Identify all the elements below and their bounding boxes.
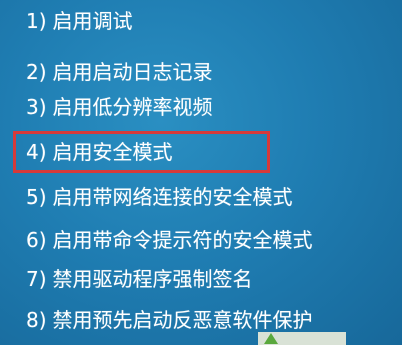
boot-option-label: 启用安全模式 <box>52 140 173 164</box>
watermark-logo <box>258 332 346 345</box>
boot-option-number: 6) <box>26 228 47 252</box>
boot-option-number: 8) <box>26 308 47 332</box>
boot-option-7[interactable]: 7) 禁用驱动程序强制签名 <box>26 264 253 294</box>
boot-option-number: 2) <box>26 60 47 84</box>
boot-option-label: 启用启动日志记录 <box>52 60 213 84</box>
boot-option-number: 7) <box>26 267 47 291</box>
boot-option-label: 启用调试 <box>52 9 133 33</box>
boot-option-label: 禁用预先启动反恶意软件保护 <box>52 308 313 332</box>
boot-option-5[interactable]: 5) 启用带网络连接的安全模式 <box>26 182 293 212</box>
boot-option-label: 禁用驱动程序强制签名 <box>52 267 253 291</box>
boot-option-number: 1) <box>26 9 47 33</box>
boot-option-6[interactable]: 6) 启用带命令提示符的安全模式 <box>26 225 313 255</box>
boot-option-8[interactable]: 8) 禁用预先启动反恶意软件保护 <box>26 305 313 335</box>
boot-option-2[interactable]: 2) 启用启动日志记录 <box>26 57 213 87</box>
boot-option-label: 启用带命令提示符的安全模式 <box>52 228 313 252</box>
boot-option-1[interactable]: 1) 启用调试 <box>26 6 133 36</box>
startup-settings-menu: 1) 启用调试 2) 启用启动日志记录 3) 启用低分辨率视频 4) 启用安全模式 5)… <box>0 0 402 345</box>
boot-option-4[interactable]: 4) 启用安全模式 <box>26 137 173 167</box>
boot-option-number: 4) <box>26 140 47 164</box>
triangle-logo-icon <box>264 333 278 344</box>
boot-option-3[interactable]: 3) 启用低分辨率视频 <box>26 92 213 122</box>
boot-option-label: 启用低分辨率视频 <box>52 95 213 119</box>
boot-option-label: 启用带网络连接的安全模式 <box>52 185 293 209</box>
boot-option-number: 3) <box>26 95 47 119</box>
boot-option-number: 5) <box>26 185 47 209</box>
